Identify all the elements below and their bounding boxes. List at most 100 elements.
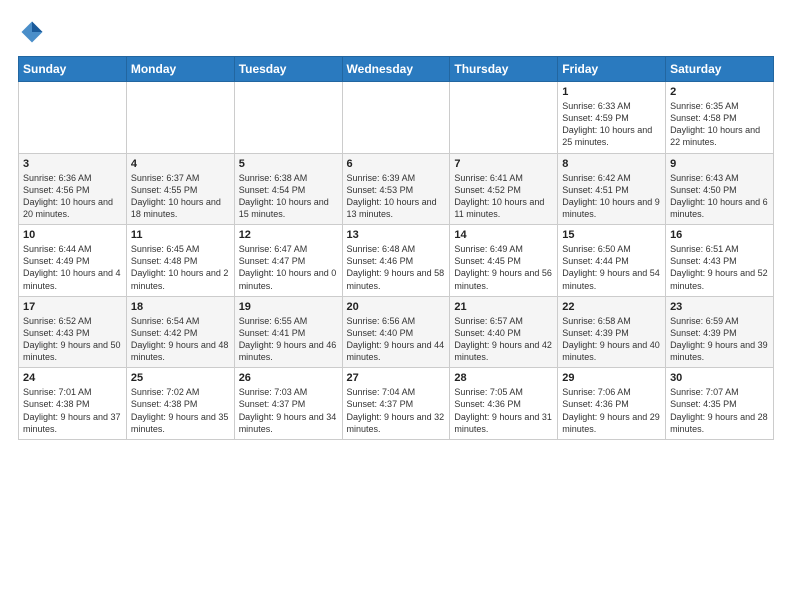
day-number: 12 [239, 229, 338, 241]
weekday-header-tuesday: Tuesday [234, 57, 342, 82]
day-cell: 12 Sunrise: 6:47 AMSunset: 4:47 PMDayligh… [234, 225, 342, 297]
day-detail: Sunrise: 6:47 AMSunset: 4:47 PMDaylight:… [239, 243, 338, 292]
week-row-2: 3 Sunrise: 6:36 AMSunset: 4:56 PMDaylight… [19, 153, 774, 225]
day-number: 20 [347, 301, 446, 313]
day-detail: Sunrise: 6:57 AMSunset: 4:40 PMDaylight:… [454, 315, 553, 364]
day-cell: 24Sunrise: 7:01 AMSunset: 4:38 PMDayligh… [19, 368, 127, 440]
day-detail: Sunrise: 7:04 AMSunset: 4:37 PMDaylight:… [347, 386, 446, 435]
day-cell: 3 Sunrise: 6:36 AMSunset: 4:56 PMDaylight… [19, 153, 127, 225]
day-detail: Sunrise: 6:58 AMSunset: 4:39 PMDaylight:… [562, 315, 661, 364]
day-cell: 27 Sunrise: 7:04 AMSunset: 4:37 PMDayligh… [342, 368, 450, 440]
day-cell: 17 Sunrise: 6:52 AMSunset: 4:43 PMDayligh… [19, 296, 127, 368]
day-cell: 23 Sunrise: 6:59 AMSunset: 4:39 PMDayligh… [666, 296, 774, 368]
day-detail: Sunrise: 7:06 AMSunset: 4:36 PMDaylight:… [562, 386, 661, 435]
day-cell: 19 Sunrise: 6:55 AMSunset: 4:41 PMDayligh… [234, 296, 342, 368]
day-cell: 16Sunrise: 6:51 AMSunset: 4:43 PMDayligh… [666, 225, 774, 297]
day-detail: Sunrise: 6:54 AMSunset: 4:42 PMDaylight:… [131, 315, 230, 364]
day-cell: 25 Sunrise: 7:02 AMSunset: 4:38 PMDayligh… [126, 368, 234, 440]
weekday-header-row: SundayMondayTuesdayWednesdayThursdayFrid… [19, 57, 774, 82]
day-detail: Sunrise: 6:52 AMSunset: 4:43 PMDaylight:… [23, 315, 122, 364]
day-detail: Sunrise: 6:59 AMSunset: 4:39 PMDaylight:… [670, 315, 769, 364]
page: SundayMondayTuesdayWednesdayThursdayFrid… [0, 0, 792, 450]
week-row-4: 17 Sunrise: 6:52 AMSunset: 4:43 PMDayligh… [19, 296, 774, 368]
day-cell: 30Sunrise: 7:07 AMSunset: 4:35 PMDayligh… [666, 368, 774, 440]
day-cell: 28Sunrise: 7:05 AMSunset: 4:36 PMDayligh… [450, 368, 558, 440]
day-number: 25 [131, 372, 230, 384]
day-cell: 13Sunrise: 6:48 AMSunset: 4:46 PMDayligh… [342, 225, 450, 297]
day-cell: 11 Sunrise: 6:45 AMSunset: 4:48 PMDayligh… [126, 225, 234, 297]
day-cell: 7 Sunrise: 6:41 AMSunset: 4:52 PMDaylight… [450, 153, 558, 225]
day-number: 29 [562, 372, 661, 384]
day-detail: Sunrise: 6:36 AMSunset: 4:56 PMDaylight:… [23, 172, 122, 221]
day-number: 17 [23, 301, 122, 313]
weekday-header-sunday: Sunday [19, 57, 127, 82]
day-number: 6 [347, 158, 446, 170]
day-detail: Sunrise: 6:55 AMSunset: 4:41 PMDaylight:… [239, 315, 338, 364]
day-detail: Sunrise: 6:39 AMSunset: 4:53 PMDaylight:… [347, 172, 446, 221]
day-detail: Sunrise: 6:43 AMSunset: 4:50 PMDaylight:… [670, 172, 769, 221]
day-number: 23 [670, 301, 769, 313]
day-cell: 4 Sunrise: 6:37 AMSunset: 4:55 PMDaylight… [126, 153, 234, 225]
day-detail: Sunrise: 6:48 AMSunset: 4:46 PMDaylight:… [347, 243, 446, 292]
day-number: 26 [239, 372, 338, 384]
day-number: 14 [454, 229, 553, 241]
day-cell: 22 Sunrise: 6:58 AMSunset: 4:39 PMDayligh… [558, 296, 666, 368]
weekday-header-friday: Friday [558, 57, 666, 82]
day-cell: 14 Sunrise: 6:49 AMSunset: 4:45 PMDayligh… [450, 225, 558, 297]
day-cell: 20 Sunrise: 6:56 AMSunset: 4:40 PMDayligh… [342, 296, 450, 368]
logo [18, 18, 50, 46]
day-cell: 10 Sunrise: 6:44 AMSunset: 4:49 PMDayligh… [19, 225, 127, 297]
day-number: 15 [562, 229, 661, 241]
day-cell [19, 82, 127, 154]
day-number: 27 [347, 372, 446, 384]
day-number: 8 [562, 158, 661, 170]
day-cell [342, 82, 450, 154]
week-row-1: 1 Sunrise: 6:33 AMSunset: 4:59 PMDaylight… [19, 82, 774, 154]
day-cell: 1 Sunrise: 6:33 AMSunset: 4:59 PMDaylight… [558, 82, 666, 154]
day-number: 4 [131, 158, 230, 170]
day-detail: Sunrise: 6:56 AMSunset: 4:40 PMDaylight:… [347, 315, 446, 364]
day-number: 2 [670, 86, 769, 98]
day-detail: Sunrise: 6:33 AMSunset: 4:59 PMDaylight:… [562, 100, 661, 149]
day-detail: Sunrise: 6:49 AMSunset: 4:45 PMDaylight:… [454, 243, 553, 292]
day-detail: Sunrise: 6:44 AMSunset: 4:49 PMDaylight:… [23, 243, 122, 292]
day-number: 3 [23, 158, 122, 170]
day-number: 9 [670, 158, 769, 170]
day-cell: 9 Sunrise: 6:43 AMSunset: 4:50 PMDaylight… [666, 153, 774, 225]
day-detail: Sunrise: 6:37 AMSunset: 4:55 PMDaylight:… [131, 172, 230, 221]
day-cell: 18 Sunrise: 6:54 AMSunset: 4:42 PMDayligh… [126, 296, 234, 368]
day-detail: Sunrise: 6:50 AMSunset: 4:44 PMDaylight:… [562, 243, 661, 292]
day-cell: 15 Sunrise: 6:50 AMSunset: 4:44 PMDayligh… [558, 225, 666, 297]
day-number: 30 [670, 372, 769, 384]
week-row-3: 10 Sunrise: 6:44 AMSunset: 4:49 PMDayligh… [19, 225, 774, 297]
weekday-header-monday: Monday [126, 57, 234, 82]
logo-icon [18, 18, 46, 46]
day-number: 10 [23, 229, 122, 241]
day-number: 18 [131, 301, 230, 313]
day-number: 22 [562, 301, 661, 313]
day-cell: 26Sunrise: 7:03 AMSunset: 4:37 PMDayligh… [234, 368, 342, 440]
day-number: 19 [239, 301, 338, 313]
day-cell [126, 82, 234, 154]
day-detail: Sunrise: 6:41 AMSunset: 4:52 PMDaylight:… [454, 172, 553, 221]
week-row-5: 24Sunrise: 7:01 AMSunset: 4:38 PMDayligh… [19, 368, 774, 440]
day-number: 11 [131, 229, 230, 241]
day-detail: Sunrise: 7:05 AMSunset: 4:36 PMDaylight:… [454, 386, 553, 435]
day-number: 5 [239, 158, 338, 170]
day-number: 1 [562, 86, 661, 98]
day-detail: Sunrise: 6:42 AMSunset: 4:51 PMDaylight:… [562, 172, 661, 221]
header [18, 18, 774, 46]
calendar-table: SundayMondayTuesdayWednesdayThursdayFrid… [18, 56, 774, 440]
day-number: 7 [454, 158, 553, 170]
day-cell: 6 Sunrise: 6:39 AMSunset: 4:53 PMDaylight… [342, 153, 450, 225]
weekday-header-saturday: Saturday [666, 57, 774, 82]
day-detail: Sunrise: 7:01 AMSunset: 4:38 PMDaylight:… [23, 386, 122, 435]
day-detail: Sunrise: 7:02 AMSunset: 4:38 PMDaylight:… [131, 386, 230, 435]
day-number: 21 [454, 301, 553, 313]
day-number: 16 [670, 229, 769, 241]
day-cell [234, 82, 342, 154]
day-cell: 5 Sunrise: 6:38 AMSunset: 4:54 PMDaylight… [234, 153, 342, 225]
day-cell: 21 Sunrise: 6:57 AMSunset: 4:40 PMDayligh… [450, 296, 558, 368]
day-detail: Sunrise: 6:38 AMSunset: 4:54 PMDaylight:… [239, 172, 338, 221]
day-detail: Sunrise: 6:45 AMSunset: 4:48 PMDaylight:… [131, 243, 230, 292]
